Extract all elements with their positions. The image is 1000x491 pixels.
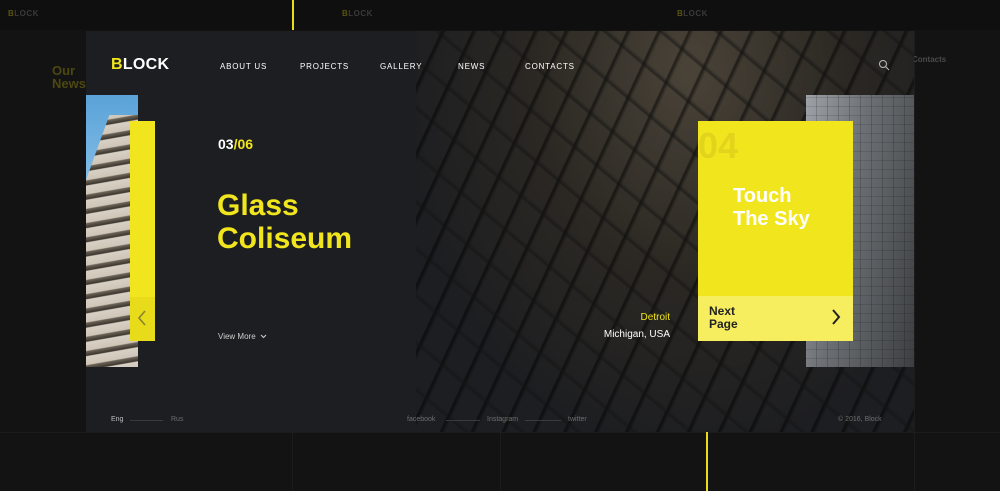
main-window: BLOCK ABOUT US PROJECTS GALLERY NEWS CON… bbox=[86, 31, 914, 432]
slide-total: 06 bbox=[237, 136, 254, 152]
copyright: © 2016, Block bbox=[838, 416, 882, 423]
search-icon[interactable] bbox=[878, 59, 890, 71]
nav-news[interactable]: NEWS bbox=[458, 62, 485, 71]
logo[interactable]: BLOCK bbox=[111, 56, 169, 74]
background-gridline bbox=[914, 30, 915, 491]
slide-title: Glass Coliseum bbox=[217, 189, 353, 255]
accent-line-bottom bbox=[706, 432, 708, 491]
slide-current: 03 bbox=[218, 136, 234, 152]
background-contacts-title: Contacts bbox=[912, 55, 947, 64]
social-facebook[interactable]: facebook bbox=[407, 416, 435, 423]
next-page-button[interactable]: Next Page bbox=[698, 296, 853, 341]
chevron-left-icon[interactable] bbox=[137, 309, 147, 327]
background-topbar bbox=[0, 0, 1000, 30]
view-more-link[interactable]: View More bbox=[218, 332, 267, 341]
background-logo: BLOCK bbox=[677, 9, 708, 18]
chevron-right-icon[interactable] bbox=[831, 308, 841, 326]
next-slide-number: 04 bbox=[698, 125, 739, 166]
lang-eng[interactable]: Eng bbox=[111, 416, 123, 423]
background-logo: BLOCK bbox=[342, 9, 373, 18]
social-instagram[interactable]: Instagram bbox=[487, 416, 518, 423]
accent-line-top bbox=[292, 0, 294, 30]
chevron-down-icon bbox=[260, 334, 267, 339]
nav-contacts[interactable]: CONTACTS bbox=[525, 62, 575, 71]
nav-projects[interactable]: PROJECTS bbox=[300, 62, 349, 71]
next-slide-title: Touch The Sky bbox=[733, 185, 810, 230]
footer-divider bbox=[525, 420, 561, 421]
social-twitter[interactable]: twitter bbox=[568, 416, 587, 423]
background-logo: BLOCK bbox=[8, 9, 39, 18]
background-section-title: Our News bbox=[52, 63, 86, 91]
slide-counter: 03/06 bbox=[218, 136, 253, 152]
nav-about-us[interactable]: ABOUT US bbox=[220, 62, 267, 71]
lang-rus[interactable]: Rus bbox=[171, 416, 183, 423]
location-city: Detroit bbox=[640, 312, 670, 323]
next-page-label: Next Page bbox=[709, 304, 738, 331]
location-state: Michigan, USA bbox=[603, 329, 670, 340]
footer-divider bbox=[446, 420, 480, 421]
footer-divider bbox=[130, 420, 163, 421]
nav-gallery[interactable]: GALLERY bbox=[380, 62, 422, 71]
background-gridline bbox=[0, 432, 1000, 433]
